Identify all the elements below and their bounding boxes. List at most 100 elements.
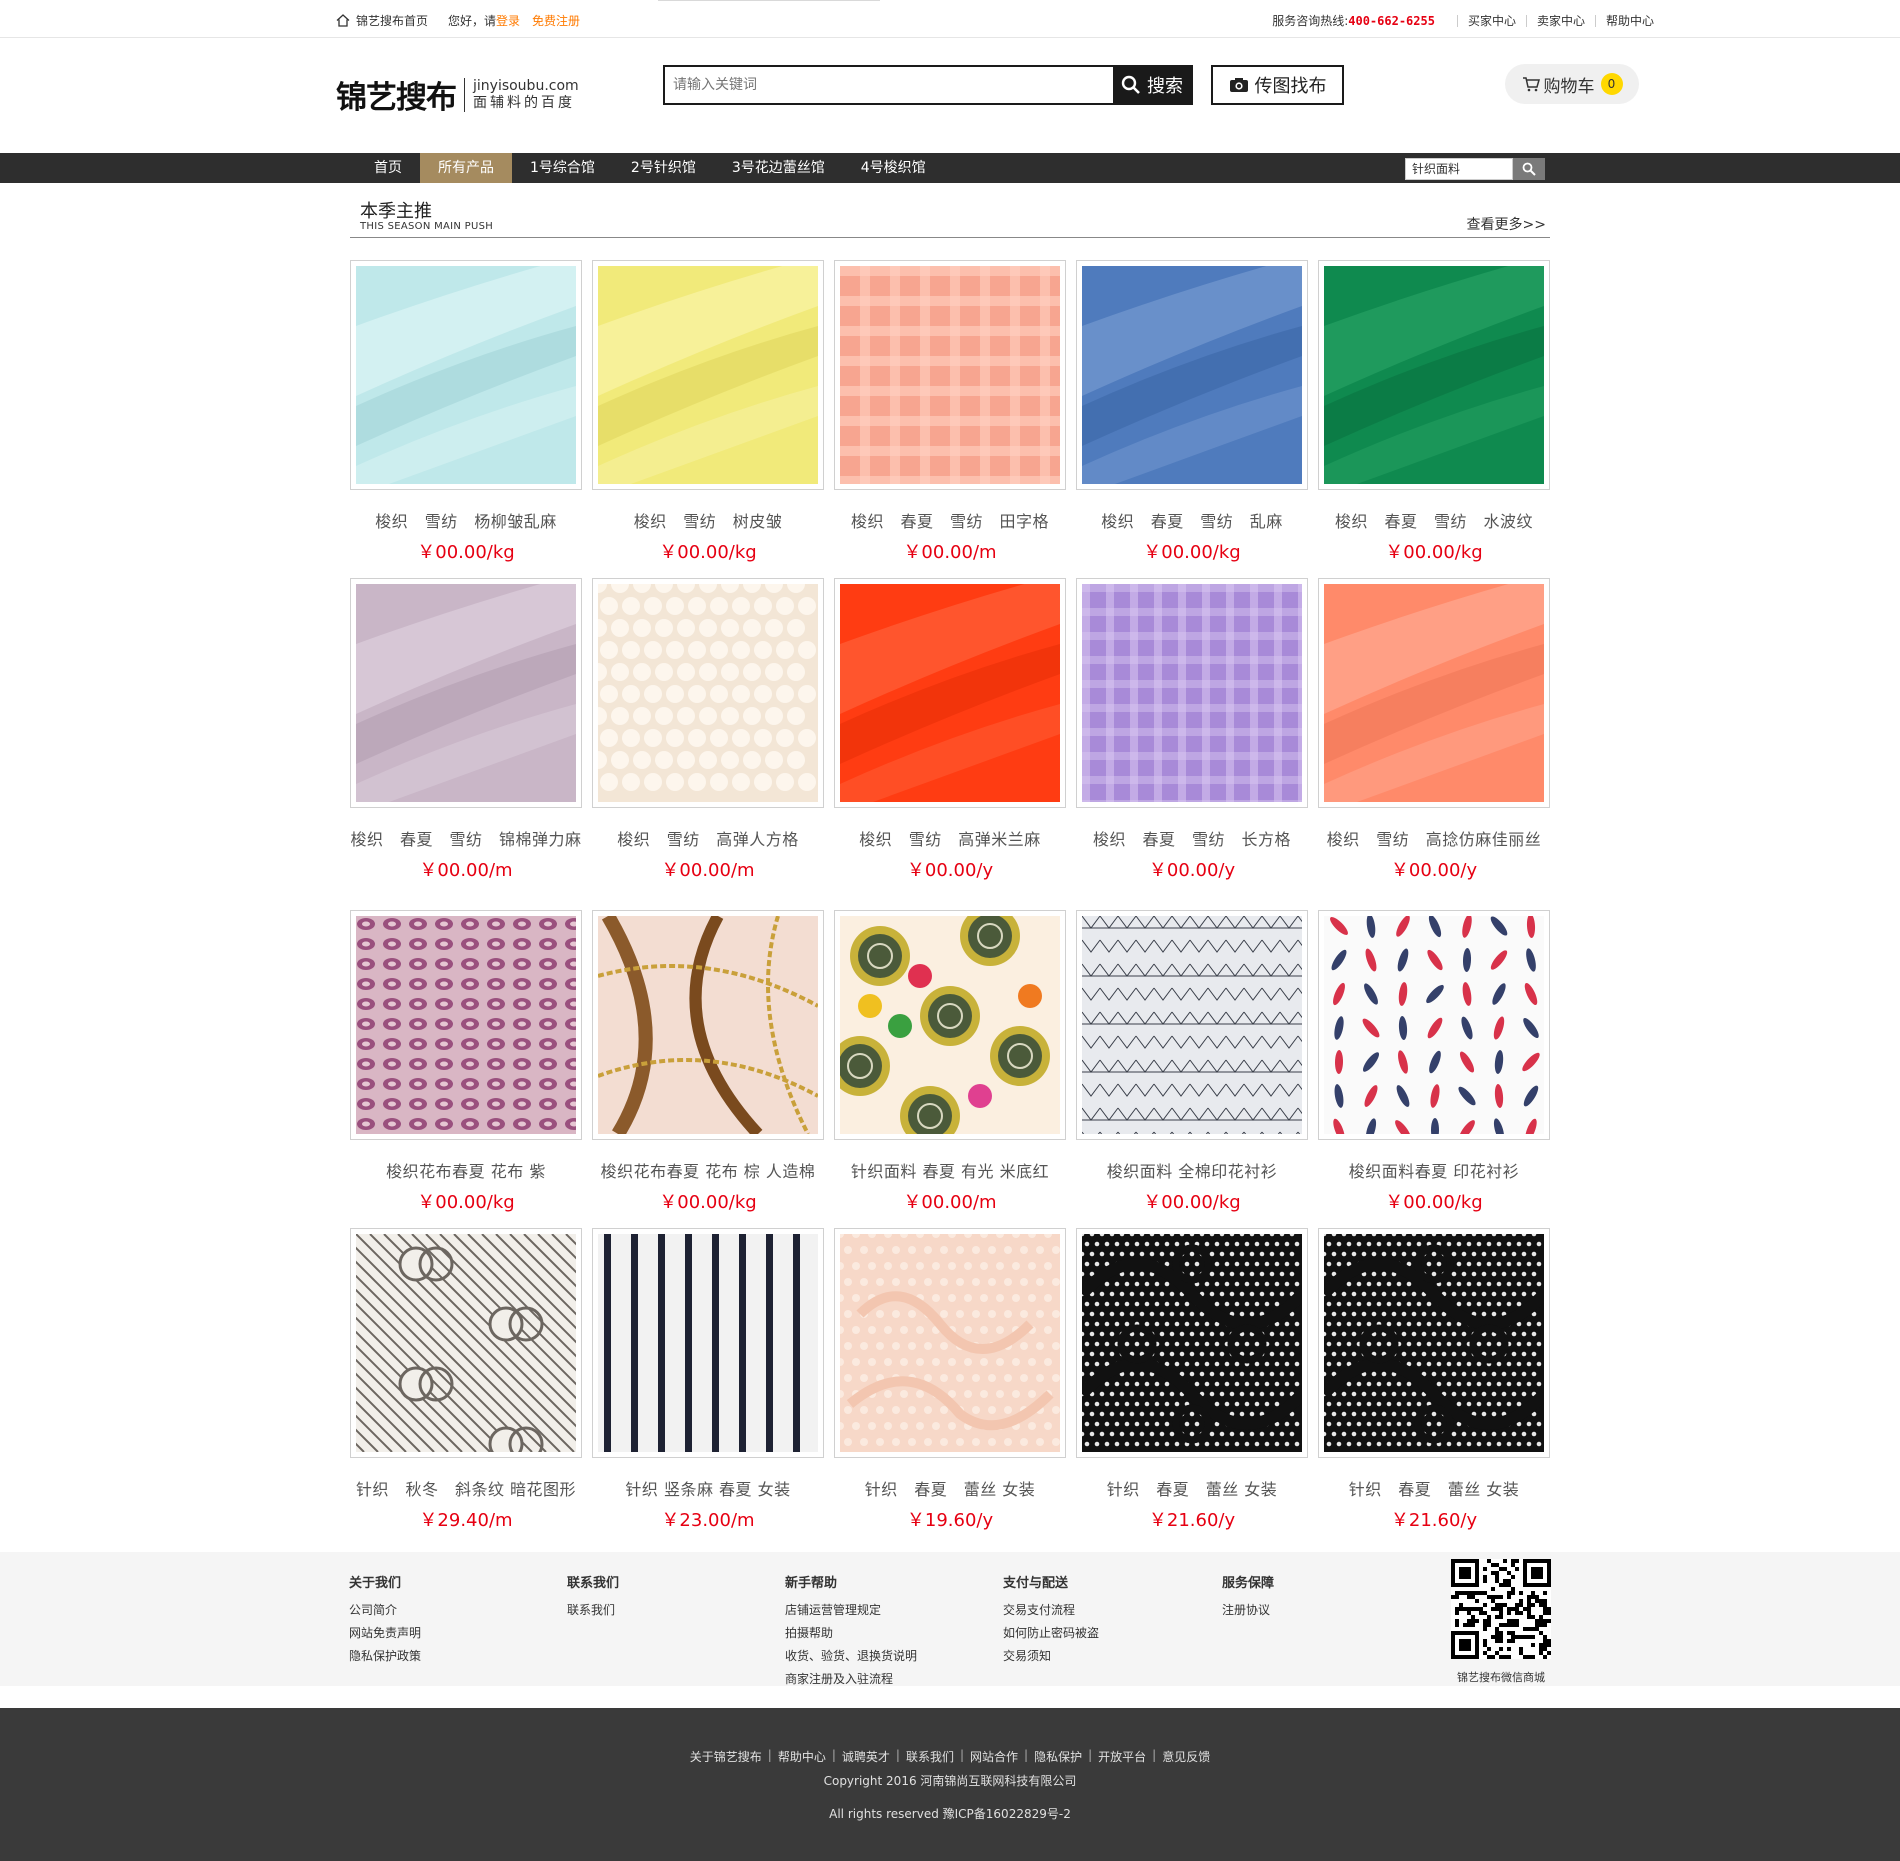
nav-item[interactable]: 4号梭织馆	[843, 153, 944, 183]
product-name[interactable]: 针织 春夏 蕾丝 女装	[1318, 1476, 1550, 1500]
nav-item[interactable]: 2号针织馆	[613, 153, 714, 183]
product-card[interactable]: 针织 春夏 蕾丝 女装 ￥19.60/y	[834, 1228, 1066, 1532]
nav-item[interactable]: 首页	[356, 153, 420, 183]
product-name[interactable]: 针织 秋冬 斜条纹 暗花图形	[350, 1476, 582, 1500]
product-name[interactable]: 梭织 春夏 雪纺 长方格	[1076, 826, 1308, 850]
footer-link[interactable]: 收货、验货、退换货说明	[785, 1645, 917, 1668]
footer-link[interactable]: 公司简介	[349, 1599, 421, 1622]
footer-nav-link[interactable]: 意见反馈	[1162, 1748, 1210, 1765]
photo-search-button[interactable]: 传图找布	[1211, 65, 1344, 105]
footer-nav-link[interactable]: 关于锦艺搜布	[690, 1748, 762, 1765]
view-more-link[interactable]: 查看更多>>	[1467, 214, 1546, 234]
footer-nav-link[interactable]: 联系我们	[906, 1748, 954, 1765]
product-image[interactable]	[834, 578, 1066, 808]
nav-item[interactable]: 所有产品	[420, 153, 512, 183]
product-card[interactable]: 梭织面料 全棉印花衬衫 ￥00.00/kg	[1076, 910, 1308, 1214]
product-card[interactable]: 梭织 春夏 雪纺 锦棉弹力麻 ￥00.00/m	[350, 578, 582, 882]
product-image[interactable]	[834, 910, 1066, 1140]
product-image[interactable]	[592, 910, 824, 1140]
home-link[interactable]: 锦艺搜布首页	[356, 12, 428, 29]
product-name[interactable]: 梭织 春夏 雪纺 锦棉弹力麻	[350, 826, 582, 850]
product-card[interactable]: 梭织花布春夏 花布 紫 ￥00.00/kg	[350, 910, 582, 1214]
product-image[interactable]	[1318, 910, 1550, 1140]
product-name[interactable]: 梭织面料春夏 印花衬衫	[1318, 1158, 1550, 1182]
product-card[interactable]: 梭织 春夏 雪纺 长方格 ￥00.00/y	[1076, 578, 1308, 882]
product-card[interactable]: 梭织 雪纺 高捻仿麻佳丽丝 ￥00.00/y	[1318, 578, 1550, 882]
help-center-link[interactable]: 帮助中心	[1606, 12, 1654, 29]
product-card[interactable]: 梭织 春夏 雪纺 田字格 ￥00.00/m	[834, 260, 1066, 564]
product-card[interactable]: 梭织 春夏 雪纺 乱麻 ￥00.00/kg	[1076, 260, 1308, 564]
footer-link[interactable]: 注册协议	[1222, 1599, 1274, 1622]
footer-link[interactable]: 如何防止密码被盗	[1003, 1622, 1099, 1645]
cart-button[interactable]: 购物车 0	[1505, 64, 1639, 104]
product-card[interactable]: 梭织花布春夏 花布 棕 人造棉 ￥00.00/kg	[592, 910, 824, 1214]
product-card[interactable]: 针织面料 春夏 有光 米底红 ￥00.00/m	[834, 910, 1066, 1214]
product-card[interactable]: 针织 竖条麻 春夏 女装 ￥23.00/m	[592, 1228, 824, 1532]
product-name[interactable]: 针织 春夏 蕾丝 女装	[834, 1476, 1066, 1500]
product-name[interactable]: 针织 竖条麻 春夏 女装	[592, 1476, 824, 1500]
product-name[interactable]: 针织 春夏 蕾丝 女装	[1076, 1476, 1308, 1500]
product-card[interactable]: 梭织 春夏 雪纺 水波纹 ￥00.00/kg	[1318, 260, 1550, 564]
product-name[interactable]: 梭织 雪纺 高弹米兰麻	[834, 826, 1066, 850]
product-card[interactable]: 梭织 雪纺 高弹米兰麻 ￥00.00/y	[834, 578, 1066, 882]
product-image[interactable]	[350, 578, 582, 808]
register-link[interactable]: 免费注册	[532, 12, 580, 29]
footer-nav-link[interactable]: 诚聘英才	[842, 1748, 890, 1765]
product-image[interactable]	[1076, 260, 1308, 490]
search-button[interactable]: 搜索	[1113, 67, 1191, 103]
footer-link[interactable]: 店铺运营管理规定	[785, 1599, 917, 1622]
product-image[interactable]	[1076, 1228, 1308, 1458]
product-image[interactable]	[350, 910, 582, 1140]
product-image[interactable]	[834, 260, 1066, 490]
footer-link[interactable]: 交易支付流程	[1003, 1599, 1099, 1622]
product-image[interactable]	[1318, 1228, 1550, 1458]
product-card[interactable]: 梭织 雪纺 树皮皱 ￥00.00/kg	[592, 260, 824, 564]
product-name[interactable]: 针织面料 春夏 有光 米底红	[834, 1158, 1066, 1182]
product-name[interactable]: 梭织花布春夏 花布 棕 人造棉	[592, 1158, 824, 1182]
footer-nav-link[interactable]: 隐私保护	[1034, 1748, 1082, 1765]
product-image[interactable]	[1076, 578, 1308, 808]
product-name[interactable]: 梭织 雪纺 高捻仿麻佳丽丝	[1318, 826, 1550, 850]
nav-search-input[interactable]: 针织面料	[1405, 158, 1513, 180]
product-image[interactable]	[1318, 578, 1550, 808]
product-card[interactable]: 梭织 雪纺 高弹人方格 ￥00.00/m	[592, 578, 824, 882]
seller-center-link[interactable]: 卖家中心	[1537, 12, 1585, 29]
footer-link[interactable]: 网站免责声明	[349, 1622, 421, 1645]
footer-link[interactable]: 交易须知	[1003, 1645, 1099, 1668]
footer-link[interactable]: 隐私保护政策	[349, 1645, 421, 1668]
product-image[interactable]	[592, 1228, 824, 1458]
product-image[interactable]	[834, 1228, 1066, 1458]
search-input[interactable]	[665, 67, 1113, 103]
footer-link[interactable]: 联系我们	[567, 1599, 619, 1622]
product-card[interactable]: 针织 春夏 蕾丝 女装 ￥21.60/y	[1318, 1228, 1550, 1532]
buyer-center-link[interactable]: 买家中心	[1468, 12, 1516, 29]
footer-nav-link[interactable]: 帮助中心	[778, 1748, 826, 1765]
product-image[interactable]	[1318, 260, 1550, 490]
product-name[interactable]: 梭织 雪纺 杨柳皱乱麻	[350, 508, 582, 532]
product-card[interactable]: 针织 春夏 蕾丝 女装 ￥21.60/y	[1076, 1228, 1308, 1532]
product-image[interactable]	[350, 260, 582, 490]
product-name[interactable]: 梭织 春夏 雪纺 田字格	[834, 508, 1066, 532]
footer-link[interactable]: 商家注册及入驻流程	[785, 1668, 917, 1691]
footer-nav-link[interactable]: 网站合作	[970, 1748, 1018, 1765]
nav-item[interactable]: 1号综合馆	[512, 153, 613, 183]
product-card[interactable]: 梭织面料春夏 印花衬衫 ￥00.00/kg	[1318, 910, 1550, 1214]
footer-link[interactable]: 拍摄帮助	[785, 1622, 917, 1645]
product-image[interactable]	[592, 260, 824, 490]
site-logo[interactable]: 锦艺搜布 jinyisoubu.com 面辅料的百度	[336, 72, 579, 117]
product-name[interactable]: 梭织面料 全棉印花衬衫	[1076, 1158, 1308, 1182]
product-image[interactable]	[350, 1228, 582, 1458]
nav-item[interactable]: 3号花边蕾丝馆	[714, 153, 843, 183]
login-link[interactable]: 登录	[496, 12, 520, 29]
product-name[interactable]: 梭织 春夏 雪纺 乱麻	[1076, 508, 1308, 532]
footer-nav-link[interactable]: 开放平台	[1098, 1748, 1146, 1765]
product-name[interactable]: 梭织 春夏 雪纺 水波纹	[1318, 508, 1550, 532]
product-name[interactable]: 梭织 雪纺 高弹人方格	[592, 826, 824, 850]
product-card[interactable]: 梭织 雪纺 杨柳皱乱麻 ￥00.00/kg	[350, 260, 582, 564]
product-image[interactable]	[592, 578, 824, 808]
product-name[interactable]: 梭织花布春夏 花布 紫	[350, 1158, 582, 1182]
product-image[interactable]	[1076, 910, 1308, 1140]
nav-search-button[interactable]	[1513, 158, 1545, 180]
product-card[interactable]: 针织 秋冬 斜条纹 暗花图形 ￥29.40/m	[350, 1228, 582, 1532]
product-name[interactable]: 梭织 雪纺 树皮皱	[592, 508, 824, 532]
